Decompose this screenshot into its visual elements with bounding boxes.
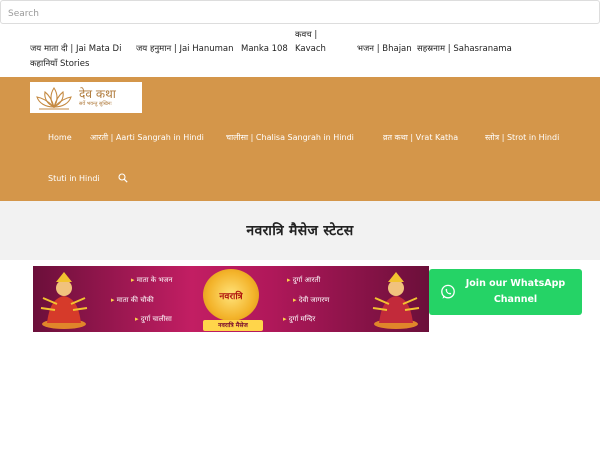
lotus-icon bbox=[36, 87, 72, 110]
banner-link-mata-ke-bhajan[interactable]: माता के भजन bbox=[131, 275, 173, 285]
top-menu-item-manka-108[interactable]: Manka 108 bbox=[241, 43, 288, 56]
logo-text: देव कथा सर्वे भवन्तु सुखिनः bbox=[79, 88, 116, 107]
join-whatsapp-button[interactable]: Join our WhatsApp Channel bbox=[429, 269, 582, 315]
whatsapp-label: Join our WhatsApp Channel bbox=[465, 278, 566, 305]
search-bar bbox=[0, 0, 600, 25]
top-menu-item-kavach-hindi[interactable]: कवच | bbox=[295, 29, 317, 42]
navratri-emblem: नवरात्रि bbox=[203, 269, 259, 321]
banner-link-durga-chalisa[interactable]: दुर्गा चालीसा bbox=[135, 314, 172, 324]
nav-item-vrat-katha[interactable]: व्रत कथा | Vrat Katha bbox=[383, 132, 458, 144]
whatsapp-icon bbox=[440, 284, 455, 299]
goddess-durga-illustration bbox=[40, 272, 88, 329]
top-menu-item-bhajan[interactable]: भजन | Bhajan bbox=[357, 43, 412, 56]
top-menu-item-kavach[interactable]: Kavach bbox=[295, 43, 326, 56]
goddess-durga-illustration-right bbox=[372, 272, 420, 329]
page-title-bar: नवरात्रि मैसेज स्टेटस bbox=[0, 201, 600, 260]
nav-item-home[interactable]: Home bbox=[48, 132, 72, 144]
page-title: नवरात्रि मैसेज स्टेटस bbox=[246, 223, 354, 239]
site-logo[interactable]: देव कथा सर्वे भवन्तु सुखिनः bbox=[30, 82, 142, 113]
banner-link-durga-mandir[interactable]: दुर्गा मन्दिर bbox=[283, 314, 315, 324]
top-menu-item-stories[interactable]: कहानियाँ Stories bbox=[30, 58, 89, 71]
banner-link-devi-jagran[interactable]: देवी जागरण bbox=[293, 295, 330, 305]
top-menu-item-sahasranama[interactable]: सहस्रनाम | Sahasranama bbox=[417, 43, 512, 56]
banner-link-mata-ki-chowki[interactable]: माता की चौकी bbox=[111, 295, 154, 305]
emblem-text: नवरात्रि bbox=[219, 291, 243, 302]
search-input[interactable] bbox=[1, 3, 599, 25]
banner-ribbon: नवरात्रि मैसेज bbox=[203, 320, 263, 331]
top-menu: जय माता दी | Jai Mata Di जय हनुमान | Jai… bbox=[0, 24, 600, 77]
banner-link-durga-aarti[interactable]: दुर्गा आरती bbox=[287, 275, 321, 285]
site-header: देव कथा सर्वे भवन्तु सुखिनः Home आरती | … bbox=[0, 77, 600, 201]
nav-item-aarti[interactable]: आरती | Aarti Sangrah in Hindi bbox=[90, 132, 204, 144]
nav-item-stuti[interactable]: Stuti in Hindi bbox=[48, 173, 100, 185]
nav-item-strot[interactable]: स्तोत्र | Strot in Hindi bbox=[485, 132, 559, 144]
navratri-banner[interactable]: माता के भजन माता की चौकी दुर्गा चालीसा द… bbox=[33, 266, 429, 332]
nav-item-chalisa[interactable]: चालीसा | Chalisa Sangrah in Hindi bbox=[226, 132, 354, 144]
logo-tagline: सर्वे भवन्तु सुखिनः bbox=[79, 101, 112, 107]
logo-title: देव कथा bbox=[79, 87, 116, 101]
search-icon[interactable] bbox=[118, 173, 128, 183]
top-menu-item-jai-hanuman[interactable]: जय हनुमान | Jai Hanuman bbox=[136, 43, 233, 56]
top-menu-item-jai-mata-di[interactable]: जय माता दी | Jai Mata Di bbox=[30, 43, 121, 56]
